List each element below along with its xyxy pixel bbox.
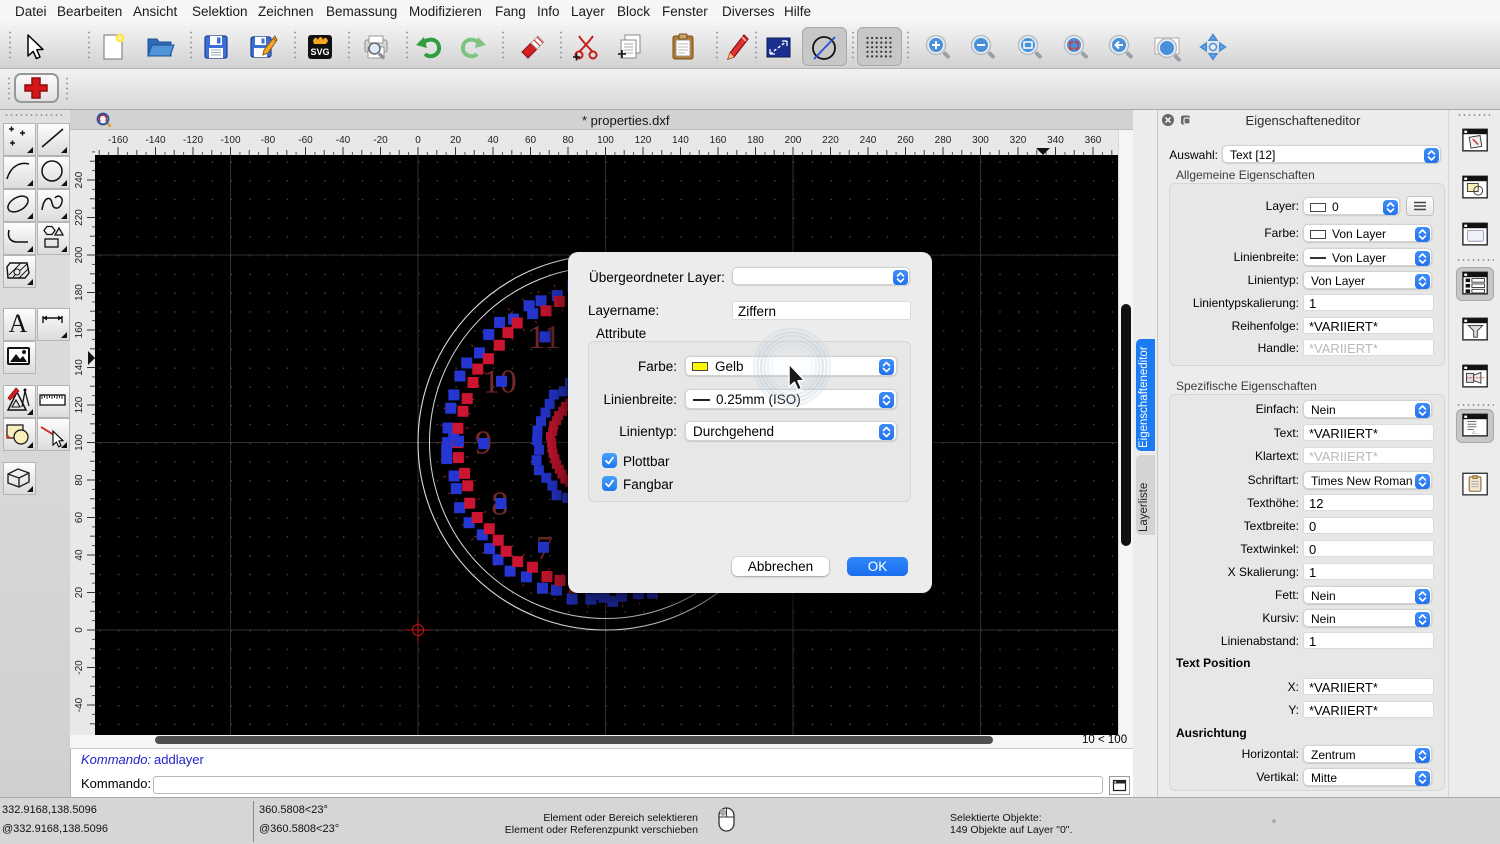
svg-text:-160: -160 [108,135,128,146]
svg-text:140: 140 [672,135,689,146]
svg-text:340: 340 [1047,135,1064,146]
svg-text:40: 40 [74,549,85,561]
svg-text:160: 160 [710,135,727,146]
svg-text:-80: -80 [261,135,276,146]
svg-text:60: 60 [74,512,85,524]
svg-text:20: 20 [74,587,85,599]
svg-text:160: 160 [74,321,85,338]
svg-text:c...: c... [1472,430,1478,435]
svg-text:220: 220 [822,135,839,146]
svg-text:200: 200 [785,135,802,146]
svg-text:-60: -60 [298,135,313,146]
svg-text:120: 120 [635,135,652,146]
svg-text:-40: -40 [336,135,351,146]
svg-text:100: 100 [597,135,614,146]
svg-text:120: 120 [74,396,85,413]
svg-text:180: 180 [74,284,85,301]
svg-text:200: 200 [74,246,85,263]
svg-text:40: 40 [487,135,499,146]
svg-text:-120: -120 [183,135,203,146]
svg-text:300: 300 [972,135,989,146]
svg-text:-40: -40 [74,697,85,712]
svg-text:0: 0 [74,627,85,633]
svg-text:140: 140 [74,359,85,376]
svg-text:0: 0 [415,135,421,146]
svg-text:80: 80 [562,135,574,146]
svg-text:80: 80 [74,474,85,486]
svg-text:60: 60 [525,135,537,146]
svg-text:-20: -20 [74,660,85,675]
svg-text:360: 360 [1085,135,1102,146]
svg-text:320: 320 [1010,135,1027,146]
svg-text:240: 240 [860,135,877,146]
svg-text:A: A [9,309,28,338]
svg-text:SVG: SVG [310,47,329,57]
svg-text:20: 20 [450,135,462,146]
svg-text:-140: -140 [145,135,165,146]
svg-text:-100: -100 [220,135,240,146]
svg-text:280: 280 [935,135,952,146]
svg-text:240: 240 [74,171,85,188]
svg-text:260: 260 [897,135,914,146]
svg-text:-20: -20 [373,135,388,146]
svg-text:100: 100 [74,434,85,451]
svg-text:180: 180 [747,135,764,146]
svg-text:220: 220 [74,209,85,226]
